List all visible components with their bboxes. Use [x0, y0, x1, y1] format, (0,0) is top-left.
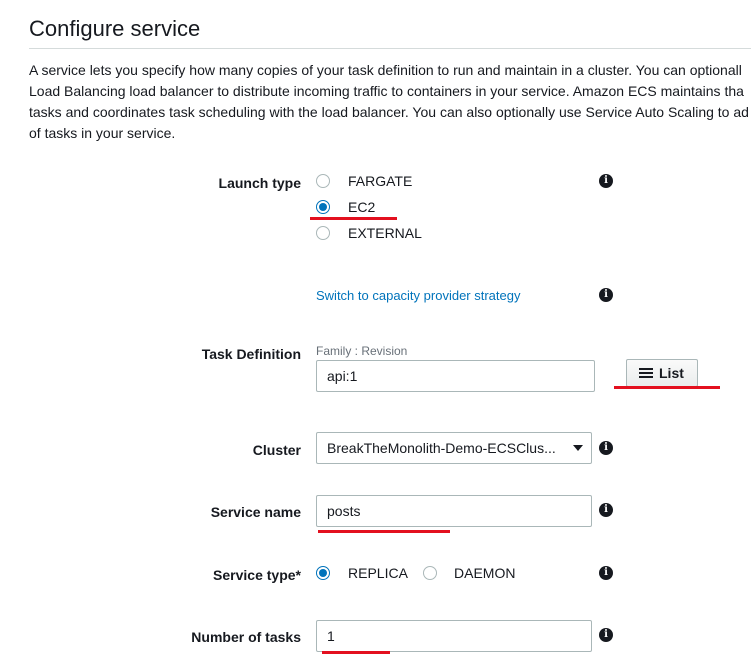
section-title: Configure service [29, 16, 201, 41]
info-icon[interactable]: i [599, 503, 613, 517]
description-line: of tasks in your service. [29, 125, 176, 141]
capacity-provider-link[interactable]: Switch to capacity provider strategy [316, 288, 520, 303]
service-name-input[interactable]: posts [316, 495, 592, 527]
radio-label-external[interactable]: EXTERNAL [348, 225, 422, 241]
radio-label-daemon[interactable]: DAEMON [454, 565, 515, 581]
radio-label-fargate[interactable]: FARGATE [348, 173, 412, 189]
cluster-label: Cluster [252, 442, 301, 458]
info-icon[interactable]: i [599, 441, 613, 455]
list-icon [639, 368, 653, 379]
annotation-underline [310, 217, 397, 220]
radio-label-replica[interactable]: REPLICA [348, 565, 408, 581]
launch-type-label: Launch type [218, 175, 301, 191]
task-definition-label: Task Definition [201, 346, 301, 362]
cluster-select[interactable]: BreakTheMonolith-Demo-ECSClus... [316, 432, 592, 464]
list-button[interactable]: List [626, 359, 698, 387]
radio-label-ec2[interactable]: EC2 [348, 199, 375, 215]
cluster-select-value: BreakTheMonolith-Demo-ECSClus... [327, 440, 556, 456]
description-line: A service lets you specify how many copi… [29, 62, 742, 78]
annotation-underline [322, 651, 390, 654]
radio-fargate[interactable] [316, 174, 330, 188]
number-of-tasks-input[interactable]: 1 [316, 620, 592, 652]
annotation-underline [614, 386, 720, 389]
section-description: A service lets you specify how many copi… [29, 60, 751, 144]
service-type-label: Service type* [213, 567, 301, 583]
list-button-label: List [659, 365, 684, 381]
info-icon[interactable]: i [599, 288, 613, 302]
chevron-down-icon [573, 445, 583, 451]
task-definition-input[interactable]: api:1 [316, 360, 595, 392]
radio-daemon[interactable] [423, 566, 437, 580]
annotation-underline [318, 530, 450, 533]
number-of-tasks-label: Number of tasks [191, 629, 301, 645]
info-icon[interactable]: i [599, 566, 613, 580]
description-line: Load Balancing load balancer to distribu… [29, 83, 744, 99]
title-divider [29, 48, 751, 49]
radio-ec2[interactable] [316, 200, 330, 214]
radio-replica[interactable] [316, 566, 330, 580]
description-line: tasks and coordinates task scheduling wi… [29, 104, 749, 120]
info-icon[interactable]: i [599, 628, 613, 642]
service-name-label: Service name [210, 504, 301, 520]
radio-external[interactable] [316, 226, 330, 240]
info-icon[interactable]: i [599, 174, 613, 188]
task-definition-hint: Family : Revision [316, 344, 408, 358]
